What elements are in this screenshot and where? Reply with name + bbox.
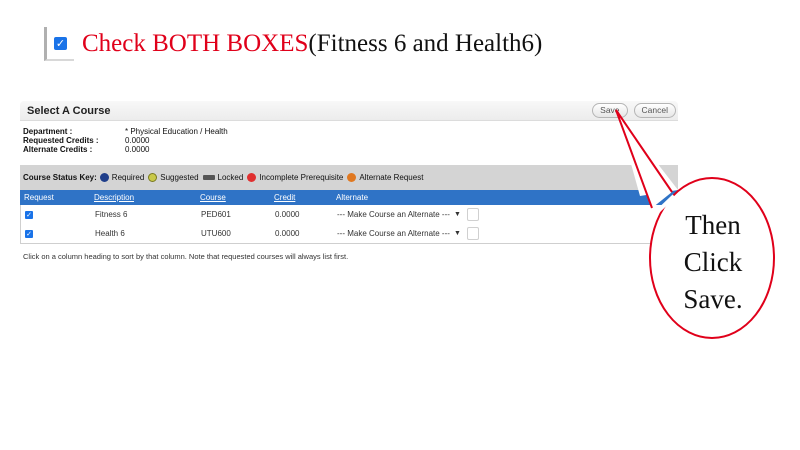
department-row: Department : * Physical Education / Heal… (23, 127, 678, 136)
sort-note: Click on a column heading to sort by tha… (23, 252, 349, 261)
suggested-icon (148, 173, 158, 182)
col-course[interactable]: Course (200, 193, 274, 202)
course-info: Department : * Physical Education / Heal… (20, 127, 678, 154)
request-checkbox-health[interactable]: ✓ (25, 229, 33, 238)
callout-line: Then (685, 210, 741, 240)
instruction-black: (Fitness 6 and Health6) (308, 30, 543, 57)
row-course: UTU600 (201, 229, 231, 238)
row-credit: 0.0000 (275, 229, 300, 238)
alternate-request-icon (347, 173, 357, 182)
alternate-select-health[interactable]: --- Make Course an Alternate --- ▼ (337, 229, 461, 238)
incomplete-label: Incomplete Prerequisite (259, 173, 344, 182)
save-button[interactable]: Save (592, 103, 628, 118)
alternate-select-fitness[interactable]: --- Make Course an Alternate --- ▼ (337, 210, 461, 219)
title-checkbox-frame: ✓ (44, 27, 74, 61)
department-value: * Physical Education / Health (125, 127, 228, 136)
department-label: Department : (23, 127, 73, 136)
chevron-down-icon: ▼ (453, 230, 461, 237)
requested-credits-value: 0.0000 (125, 136, 150, 145)
alternate-credits-row: Alternate Credits : 0.0000 (23, 145, 678, 154)
required-label: Required (111, 173, 145, 182)
callout-line: Save. (683, 284, 743, 314)
panel-title: Select A Course (27, 104, 111, 117)
checkbox-checked-icon: ✓ (54, 36, 67, 50)
alternate-credits-value: 0.0000 (125, 145, 150, 154)
table-header: Request Description Course Credit Altern… (20, 190, 678, 205)
panel-header: Select A Course Save Cancel (20, 101, 678, 121)
alternate-label: Alternate Request (359, 173, 424, 182)
col-description[interactable]: Description (94, 193, 200, 202)
slide-title: ✓ Check BOTH BOXES(Fitness 6 and Health6… (44, 26, 542, 62)
course-status-key: Course Status Key: Required Suggested Lo… (20, 165, 678, 190)
course-rows: ✓ Fitness 6 PED601 0.0000 --- Make Cours… (20, 205, 678, 244)
callout-line: Click (683, 247, 743, 277)
alternate-select-value: --- Make Course an Alternate --- (337, 210, 450, 219)
requested-credits-label: Requested Credits : (23, 136, 99, 145)
chevron-down-icon: ▼ (453, 211, 461, 218)
locked-icon (202, 175, 215, 180)
status-key-label: Course Status Key: (23, 173, 97, 182)
table-row: ✓ Health 6 UTU600 0.0000 --- Make Course… (21, 224, 677, 243)
requested-credits-row: Requested Credits : 0.0000 (23, 136, 678, 145)
callout-text: Then Click Save. (668, 207, 758, 318)
suggested-label: Suggested (160, 173, 199, 182)
table-row: ✓ Fitness 6 PED601 0.0000 --- Make Cours… (21, 205, 677, 224)
col-credit[interactable]: Credit (274, 193, 336, 202)
instruction-red: Check BOTH BOXES (82, 30, 309, 57)
row-credit: 0.0000 (275, 210, 300, 219)
select-course-panel: Select A Course Save Cancel Department :… (20, 101, 678, 261)
col-request: Request (24, 193, 54, 202)
incomplete-prerequisite-icon (247, 173, 257, 182)
row-course: PED601 (201, 210, 231, 219)
required-icon (99, 173, 109, 182)
cancel-button[interactable]: Cancel (633, 103, 676, 118)
instruction-text: Check BOTH BOXES(Fitness 6 and Health6) (82, 30, 542, 58)
request-checkbox-fitness[interactable]: ✓ (25, 210, 33, 219)
row-description: Health 6 (95, 229, 125, 238)
alternate-select-value: --- Make Course an Alternate --- (337, 229, 450, 238)
alternate-credits-label: Alternate Credits : (23, 145, 93, 154)
col-alternate: Alternate (336, 193, 369, 202)
alternate-select-end (466, 208, 479, 221)
row-description: Fitness 6 (95, 210, 128, 219)
locked-label: Locked (217, 173, 244, 182)
alternate-select-end (466, 227, 479, 240)
